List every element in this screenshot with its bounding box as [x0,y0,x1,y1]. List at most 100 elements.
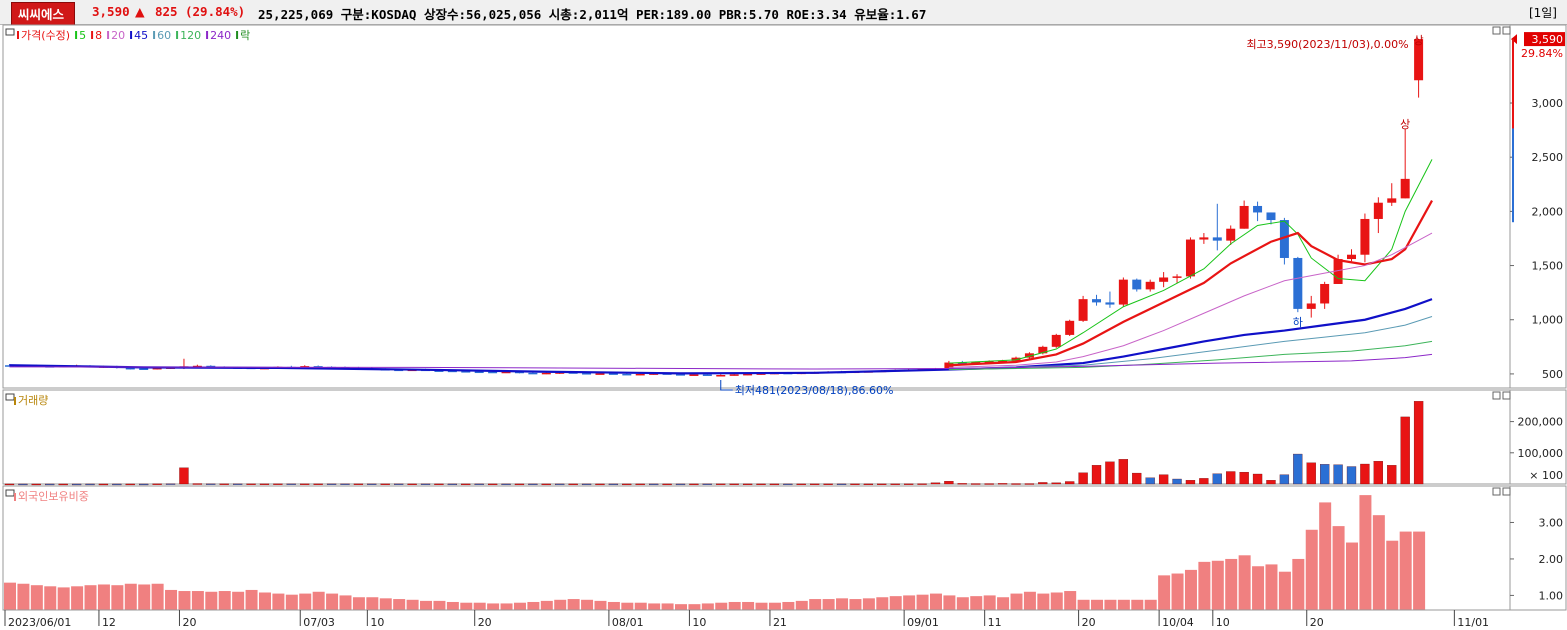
foreign-bar [836,598,849,610]
legend-label-45: 45 [134,29,148,42]
volume-tick-label: 100,000 [1518,447,1564,460]
volume-bar [635,483,645,486]
foreign-bar [44,586,57,610]
foreign-bar [446,601,459,610]
foreign-bar [487,603,500,610]
volume-bar [930,482,941,485]
foreign-panel-settings-icon[interactable] [5,489,15,497]
foreign-bar [540,600,553,610]
volume-bar [394,483,404,485]
volume-bar [179,467,189,485]
foreign-bar [634,602,647,610]
foreign-bar [862,598,875,610]
foreign-bar [258,592,271,610]
foreign-panel-minimize-icon[interactable] [1492,487,1501,496]
x-tick-label: 10 [1216,616,1230,629]
price-tick-label: 3,000 [1532,97,1564,110]
volume-bar [501,483,511,486]
volume-bar [286,483,296,485]
price-panel-maximize-icon[interactable] [1502,26,1511,35]
volume-bar [1400,416,1410,485]
foreign-bar [970,596,983,610]
volume-panel-settings-icon[interactable] [5,393,15,401]
volume-unit-label: × 100 [1529,469,1563,482]
volume-bar [756,483,766,486]
upper-limit-marker: 상 [1400,118,1410,131]
foreign-bar [594,600,607,610]
x-tick-label: 20 [1310,616,1324,629]
volume-bar [300,483,310,485]
foreign-bar [1265,564,1278,610]
foreign-bar [1332,526,1345,610]
foreign-bar [1131,599,1144,610]
foreign-bar [849,599,862,610]
price-panel-minimize-icon[interactable] [1492,26,1501,35]
volume-bar [1145,477,1155,485]
legend-swatch [153,31,156,39]
foreign-bar [433,600,446,610]
foreign-panel-maximize-icon[interactable] [1502,487,1511,496]
candle-body [139,368,149,370]
volume-bar [769,483,780,486]
volume-bar [742,483,753,486]
foreign-bar [1399,531,1412,610]
foreign-bar [876,597,889,610]
volume-bar [112,483,122,486]
volume-bar [1226,471,1236,485]
candle-body [1105,302,1115,305]
volume-bar [850,483,860,485]
foreign-bar [1319,502,1332,610]
foreign-bar [393,599,406,610]
volume-bar [461,483,471,486]
candle-body [1239,205,1249,229]
foreign-bar [1117,599,1130,610]
price-tick-label: 500 [1542,368,1563,381]
foreign-bar [406,599,419,610]
foreign-bar [983,595,996,610]
foreign-bar [782,601,795,610]
stock-chart[interactable]: 500 1,000 1,500 2,000 2,500 3,000 가격(수정) 5 8 20 45… [0,0,1567,630]
legend-label-락: 락 [240,29,250,42]
foreign-bar [822,599,835,610]
price-tick-label: 2,500 [1532,151,1564,164]
volume-panel-maximize-icon[interactable] [1502,391,1511,400]
volume-bar [702,483,712,485]
volume-bar [917,483,927,485]
volume-bar [675,483,686,486]
candle-body [1253,205,1263,213]
foreign-bar [943,595,956,610]
volume-bar [1306,462,1316,485]
legend-swatch [130,31,133,39]
x-tick-label: 20 [182,616,196,629]
foreign-bar [1252,566,1265,610]
x-tick-label: 10 [692,616,706,629]
legend-swatch [17,31,19,39]
volume-bar [1038,482,1048,485]
foreign-bar [1346,542,1358,610]
foreign-bar [97,584,110,610]
volume-tick-label: 200,000 [1518,416,1564,429]
legend-label-20: 20 [111,29,125,42]
price-panel-settings-icon[interactable] [5,28,15,36]
volume-bar [1373,461,1383,485]
price-tick-label: 2,000 [1532,205,1564,218]
legend-label-가격(수정): 가격(수정) [21,29,70,42]
volume-bar [1360,463,1370,485]
foreign-bar [1144,599,1157,610]
foreign-bar [554,599,567,610]
volume-bar [971,483,981,485]
volume-bar [877,483,887,485]
foreign-bar [956,597,969,610]
volume-panel-minimize-icon[interactable] [1492,391,1501,400]
volume-bar [823,483,833,485]
x-tick-label: 07/03 [303,616,335,629]
volume-bar [514,483,525,486]
upper-limit-marker: 상 [1414,34,1424,47]
volume-bar [1346,466,1357,485]
foreign-bar [1278,571,1291,610]
volume-bar [863,483,874,486]
volume-bar [528,483,538,486]
foreign-bar [607,601,620,610]
x-tick-label: 10/04 [1162,616,1194,629]
volume-bar [434,483,444,486]
